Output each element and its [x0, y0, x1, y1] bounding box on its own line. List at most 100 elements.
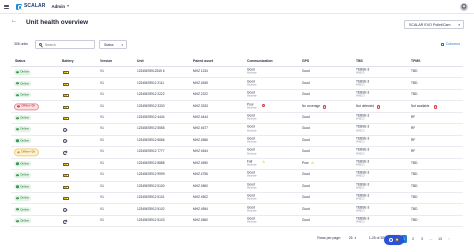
table-row[interactable]: Offline<2h V1 12345678912 7777 MHZ 4544 Good…: [11, 147, 463, 159]
status-cell: Offline>2h: [14, 102, 39, 111]
communication-value: Good: [247, 193, 255, 198]
table-row[interactable]: Online V1 12345678912 8888 MHZ 4690 Fair Mode…: [11, 159, 463, 171]
tbs-cell: TEBSE-3 WABCO: [356, 91, 369, 99]
gps-cell: Good: [302, 92, 310, 97]
status-text: Offline>2h: [21, 103, 36, 108]
battery-icon: [63, 82, 69, 86]
table-row[interactable]: Online V1 12345678912 4444 MHZ 4444 Good Mode…: [11, 113, 463, 125]
page-button[interactable]: 13: [437, 235, 443, 243]
communication-sub: Moderate: [247, 210, 257, 213]
column-header-tpms[interactable]: TPMS: [411, 59, 420, 64]
table-row[interactable]: Online V1 12345678912 2222 MHZ 2222 Good Mode…: [11, 90, 463, 102]
unit-cell[interactable]: 12345678912 5101: [137, 196, 164, 200]
column-header-battery[interactable]: Battery: [62, 59, 74, 64]
tbs-value: TEBSE-3: [356, 205, 370, 210]
communication-cell: Good Moderate: [247, 205, 257, 213]
paired-asset-cell[interactable]: MHZ 4544: [193, 150, 208, 155]
paired-asset-cell[interactable]: MHZ 4677: [193, 127, 208, 132]
paired-asset-cell[interactable]: MHZ 4444: [193, 116, 208, 120]
paired-asset-cell[interactable]: MHZ 4756: [193, 173, 208, 177]
unit-cell[interactable]: 12345678912 4444: [137, 116, 164, 120]
unit-cell[interactable]: 12345678912 5102: [137, 207, 164, 212]
paired-asset-cell[interactable]: MHZ 2222: [193, 93, 208, 97]
page-button[interactable]: 3: [419, 235, 425, 243]
columns-label: Columns: [445, 42, 460, 46]
unit-cell[interactable]: 12345678912 7777: [137, 150, 164, 155]
tpms-cell: RF: [411, 115, 416, 120]
table-row[interactable]: Offline>2h V1 12345678912 3333 MHZ 3333 Poor…: [11, 101, 463, 113]
column-header-unit[interactable]: Unit: [137, 59, 144, 64]
paired-asset-cell[interactable]: MHZ 4545: [193, 81, 208, 86]
table-row[interactable]: Online V1 12345678912345 6 MHZ 1234 Good Mode…: [11, 67, 463, 79]
rows-per-page-select[interactable]: 25 ▾: [349, 236, 356, 241]
table-header: Status Battery Version Unit Paired asset…: [11, 57, 463, 67]
communication-sub: Moderate: [247, 187, 257, 190]
tbs-sub: WABCO: [356, 95, 365, 98]
unit-cell[interactable]: 12345678912 8888: [137, 161, 164, 166]
chevron-right-icon[interactable]: ›: [446, 236, 452, 242]
paired-asset-cell[interactable]: MHZ 4554: [193, 207, 208, 212]
unit-cell[interactable]: 12345678912 5555: [137, 127, 164, 132]
unit-cell[interactable]: 12345678912345 6: [137, 70, 164, 74]
status-cell: Online: [14, 183, 32, 190]
paired-asset-cell[interactable]: MHZ 1234: [193, 70, 208, 74]
tbs-value: TEBSE-3: [356, 216, 370, 221]
version-cell: V1: [100, 80, 104, 85]
table-row[interactable]: Online V1 12345678912 5102 MHZ 4554 Good Mode…: [11, 204, 463, 216]
table-row[interactable]: Online V1 12345678912 2111 MHZ 4545 Good Mode…: [11, 78, 463, 90]
table-row[interactable]: Online V1 12345678912 5103 MHZ 4560 Good Mode…: [11, 216, 463, 228]
search-box[interactable]: [35, 40, 95, 50]
columns-button[interactable]: Columns: [440, 42, 460, 47]
status-badge: Online: [14, 172, 32, 178]
paired-asset-cell[interactable]: MHZ 4560: [193, 184, 208, 189]
table-row[interactable]: Online V1 12345678912 5101 MHZ 4502 Good Mode…: [11, 193, 463, 205]
unit-cell[interactable]: 12345678912 3333: [137, 104, 164, 109]
column-header-gps[interactable]: GPS: [302, 59, 309, 64]
column-header-tbs[interactable]: TBS: [356, 59, 363, 64]
version-cell: V1: [100, 138, 104, 143]
page-button[interactable]: 2: [410, 235, 416, 243]
unit-cell[interactable]: 12345678912 2111: [137, 81, 164, 86]
help-chat-button[interactable]: [384, 235, 404, 245]
workspace-switcher[interactable]: Admin: [51, 4, 65, 9]
status-dot-icon: [16, 219, 19, 223]
paired-asset-cell[interactable]: MHZ 4690: [193, 161, 208, 166]
status-filter[interactable]: Status ▾: [99, 40, 127, 49]
unit-count: 306 units: [14, 42, 28, 46]
back-arrow-icon[interactable]: ←: [11, 18, 17, 25]
gps-cell: Good: [302, 69, 310, 74]
search-input[interactable]: [45, 41, 93, 50]
column-header-communication[interactable]: Communication: [247, 59, 273, 64]
column-header-version[interactable]: Version: [100, 59, 112, 64]
status-text: Online: [20, 183, 30, 188]
table-row[interactable]: Online V1 12345678912 5555 MHZ 4677 Good Mode…: [11, 124, 463, 136]
tbs-value: Not detected: [356, 103, 375, 108]
status-text: Online: [20, 80, 30, 85]
battery-icon: [63, 71, 69, 75]
charging-icon: [63, 127, 67, 132]
unit-cell[interactable]: 12345678912 2222: [137, 93, 164, 97]
table-row[interactable]: Online V1 12345678912 9999 MHZ 4756 Good Mode…: [11, 170, 463, 182]
chevron-down-icon[interactable]: ▾: [67, 4, 69, 8]
status-badge: Online: [14, 115, 32, 121]
site-select[interactable]: SCALAR EVO Poliet/Cam ▾: [404, 20, 464, 29]
column-header-paired-asset[interactable]: Paired asset: [193, 59, 213, 64]
page-button[interactable]: ...: [428, 235, 434, 243]
unit-cell[interactable]: 12345678912 5103: [137, 219, 164, 223]
paired-asset-cell[interactable]: MHZ 4502: [193, 196, 208, 200]
paired-asset-cell[interactable]: MHZ 3333: [193, 104, 208, 109]
paired-asset-cell[interactable]: MHZ 4566: [193, 138, 208, 143]
menu-icon[interactable]: [4, 4, 9, 9]
avatar[interactable]: [460, 3, 468, 11]
paired-asset-cell[interactable]: MHZ 4560: [193, 219, 208, 223]
table-row[interactable]: Online V1 12345678912 5100 MHZ 4560 Good Mode…: [11, 182, 463, 193]
communication-sub: Moderate: [247, 153, 257, 156]
column-header-status[interactable]: Status: [15, 59, 25, 64]
unit-cell[interactable]: 12345678912 5100: [137, 184, 164, 189]
unit-cell[interactable]: 12345678912 6666: [137, 138, 164, 143]
unit-cell[interactable]: 12345678912 9999: [137, 173, 164, 177]
table-row[interactable]: Online V1 12345678912 6666 MHZ 4566 Good Mode…: [11, 136, 463, 148]
battery-icon: [63, 174, 69, 178]
status-dot-icon: [16, 185, 19, 188]
tpms-cell: TBD: [411, 206, 418, 211]
